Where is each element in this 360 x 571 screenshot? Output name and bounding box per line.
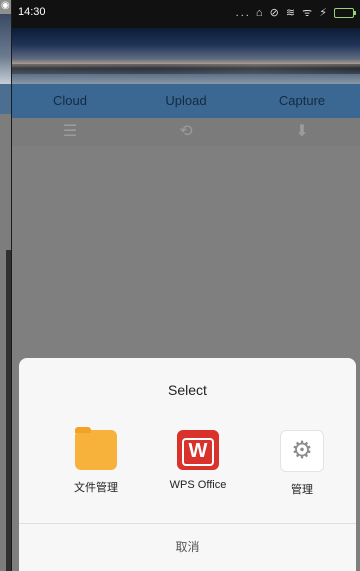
header-banner-image: [12, 28, 360, 84]
list-icon[interactable]: ☰: [60, 122, 80, 142]
app-label: WPS Office: [169, 479, 227, 491]
app-manager[interactable]: ⚙ 管理: [252, 430, 352, 497]
app-file-manager[interactable]: 文件管理: [46, 427, 146, 495]
app-screen: 14:30 ... ⌂ ⊘ ≋ ᯤ ⚡ Cloud Upload Capture…: [12, 0, 360, 571]
status-icons-text: ... ⌂ ⊘ ≋ ᯤ ⚡: [235, 7, 329, 19]
strip-tab-bar: [0, 84, 11, 114]
wps-icon: W: [177, 430, 219, 470]
folder-icon: [75, 427, 117, 470]
cancel-button[interactable]: 取消: [19, 524, 356, 571]
toolbar: ☰ ⟲ ⬇: [12, 118, 360, 146]
banner-landscape: [12, 64, 360, 74]
status-time: 14:30: [18, 6, 46, 18]
battery-icon: [334, 8, 356, 19]
app-label: 文件管理: [74, 482, 118, 494]
status-icons: ... ⌂ ⊘ ≋ ᯤ ⚡: [235, 5, 356, 20]
app-wps-office[interactable]: W WPS Office: [148, 430, 248, 491]
tab-cloud[interactable]: Cloud: [12, 84, 128, 118]
sync-icon[interactable]: ⟲: [176, 122, 196, 142]
strip-photo: [0, 14, 11, 84]
dialog-title: Select: [168, 382, 207, 398]
background-app-strip: ◉: [0, 0, 11, 571]
select-dialog: Select 文件管理 W WPS Office ⚙ 管理 取消: [19, 358, 356, 571]
tab-bar: Cloud Upload Capture: [12, 84, 360, 118]
strip-edge: [6, 250, 11, 571]
download-icon[interactable]: ⬇: [292, 122, 312, 142]
app-label: 管理: [291, 484, 313, 496]
status-bar: 14:30 ... ⌂ ⊘ ≋ ᯤ ⚡: [12, 0, 360, 28]
tab-upload[interactable]: Upload: [128, 84, 244, 118]
gear-icon: ⚙: [280, 430, 324, 472]
tab-capture[interactable]: Capture: [244, 84, 360, 118]
notification-dot-icon: ◉: [1, 0, 10, 11]
